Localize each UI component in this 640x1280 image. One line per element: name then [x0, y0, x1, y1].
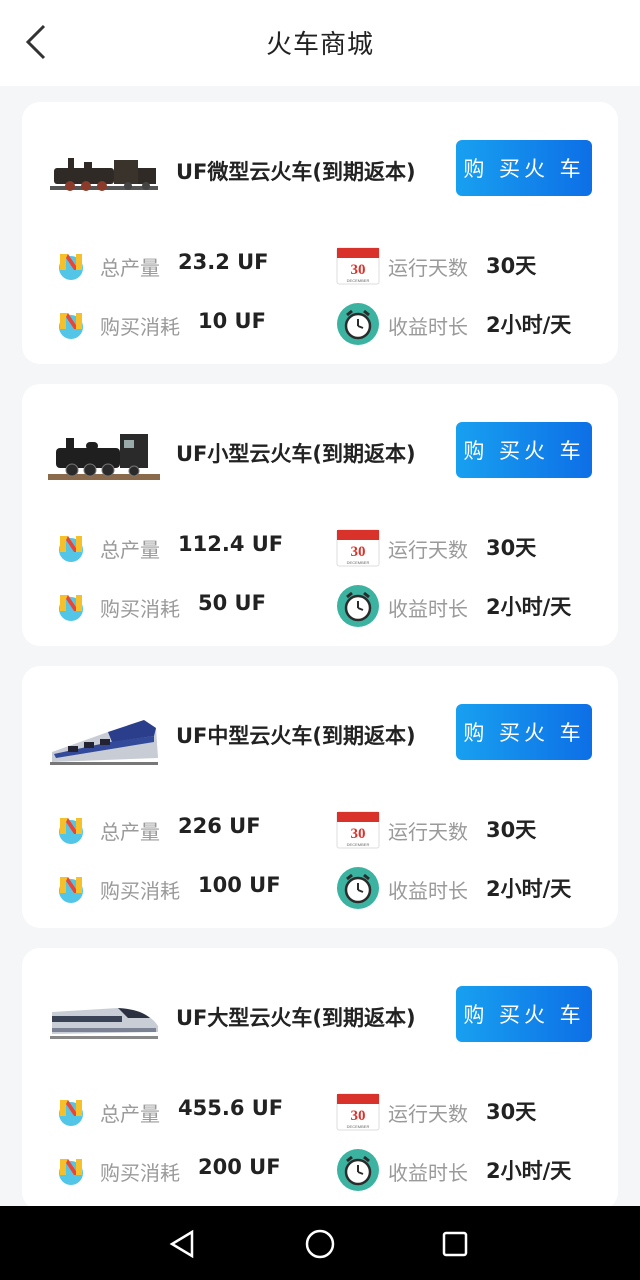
purchase-cost-value: 100 UF: [198, 873, 281, 897]
product-card: UF微型云火车(到期返本) 购 买火 车 总产量 23.2 UF 30 DECE…: [22, 102, 618, 364]
calendar-icon: 30 DECEMBER: [336, 247, 380, 285]
running-days-label: 运行天数: [388, 256, 468, 280]
nav-back-button[interactable]: [162, 1224, 202, 1264]
total-output-label: 总产量: [100, 256, 160, 280]
circle-home-icon: [305, 1229, 335, 1259]
square-recents-icon: [442, 1231, 468, 1257]
total-output-value: 226 UF: [178, 814, 261, 838]
uf-coin-icon: [59, 595, 83, 621]
purchase-cost-label: 购买消耗: [100, 879, 180, 903]
product-name: UF中型云火车(到期返本): [176, 724, 416, 748]
nav-home-button[interactable]: [300, 1224, 340, 1264]
page-title: 火车商城: [265, 30, 374, 60]
system-navigation-bar: [0, 1206, 640, 1280]
total-output-value: 23.2 UF: [178, 250, 269, 274]
calendar-month-text: DECEMBER: [347, 1124, 370, 1129]
running-days-value: 30天: [486, 818, 537, 842]
calendar-icon: 30 DECEMBER: [336, 1093, 380, 1131]
uf-coin-icon: [59, 818, 83, 844]
calendar-month-text: DECEMBER: [347, 560, 370, 565]
total-output-label: 总产量: [100, 820, 160, 844]
calendar-day-text: 30: [351, 544, 366, 560]
earning-duration-label: 收益时长: [388, 1161, 468, 1185]
running-days-label: 运行天数: [388, 538, 468, 562]
alarm-clock-icon: [337, 585, 379, 627]
calendar-month-text: DECEMBER: [347, 278, 370, 283]
running-days-value: 30天: [486, 1100, 537, 1124]
running-days-value: 30天: [486, 536, 537, 560]
earning-duration-value: 2小时/天: [486, 313, 572, 337]
calendar-day-text: 30: [351, 1108, 366, 1124]
buy-train-button[interactable]: 购 买火 车: [456, 140, 592, 196]
steam-locomotive-image: [48, 434, 160, 480]
nav-recents-button[interactable]: [435, 1224, 475, 1264]
product-card: UF中型云火车(到期返本) 购 买火 车 总产量 226 UF 30 DECEM…: [22, 666, 618, 928]
calendar-icon: 30 DECEMBER: [336, 811, 380, 849]
buy-train-button[interactable]: 购 买火 车: [456, 704, 592, 760]
purchase-cost-label: 购买消耗: [100, 1161, 180, 1185]
earning-duration-label: 收益时长: [388, 597, 468, 621]
alarm-clock-icon: [337, 1149, 379, 1191]
running-days-value: 30天: [486, 254, 537, 278]
high-speed-train-image: [50, 1008, 158, 1039]
purchase-cost-label: 购买消耗: [100, 597, 180, 621]
uf-coin-icon: [59, 536, 83, 562]
electric-train-image: [50, 720, 158, 765]
uf-coin-icon: [59, 877, 83, 903]
buy-train-button[interactable]: 购 买火 车: [456, 422, 592, 478]
calendar-day-text: 30: [351, 826, 366, 842]
alarm-clock-icon: [337, 867, 379, 909]
total-output-value: 455.6 UF: [178, 1096, 284, 1120]
product-name: UF微型云火车(到期返本): [176, 160, 416, 184]
total-output-label: 总产量: [100, 1102, 160, 1126]
running-days-label: 运行天数: [388, 820, 468, 844]
purchase-cost-value: 200 UF: [198, 1155, 281, 1179]
calendar-day-text: 30: [351, 262, 366, 278]
app-header: 火车商城: [0, 0, 640, 86]
earning-duration-label: 收益时长: [388, 879, 468, 903]
total-output-value: 112.4 UF: [178, 532, 284, 556]
earning-duration-label: 收益时长: [388, 315, 468, 339]
uf-coin-icon: [59, 1100, 83, 1126]
steam-locomotive-image: [50, 158, 158, 191]
calendar-month-text: DECEMBER: [347, 842, 370, 847]
total-output-label: 总产量: [100, 538, 160, 562]
uf-coin-icon: [59, 1159, 83, 1185]
running-days-label: 运行天数: [388, 1102, 468, 1126]
triangle-back-icon: [169, 1229, 194, 1259]
earning-duration-value: 2小时/天: [486, 1159, 572, 1183]
buy-train-button[interactable]: 购 买火 车: [456, 986, 592, 1042]
calendar-icon: 30 DECEMBER: [336, 529, 380, 567]
product-name: UF大型云火车(到期返本): [176, 1006, 416, 1030]
product-card: UF小型云火车(到期返本) 购 买火 车 总产量 112.4 UF 30 DEC…: [22, 384, 618, 646]
uf-coin-icon: [59, 254, 83, 280]
earning-duration-value: 2小时/天: [486, 595, 572, 619]
purchase-cost-value: 10 UF: [198, 309, 266, 333]
product-card: UF大型云火车(到期返本) 购 买火 车 总产量 455.6 UF 30 DEC…: [22, 948, 618, 1210]
alarm-clock-icon: [337, 303, 379, 345]
purchase-cost-label: 购买消耗: [100, 315, 180, 339]
earning-duration-value: 2小时/天: [486, 877, 572, 901]
purchase-cost-value: 50 UF: [198, 591, 266, 615]
uf-coin-icon: [59, 313, 83, 339]
product-name: UF小型云火车(到期返本): [176, 442, 416, 466]
